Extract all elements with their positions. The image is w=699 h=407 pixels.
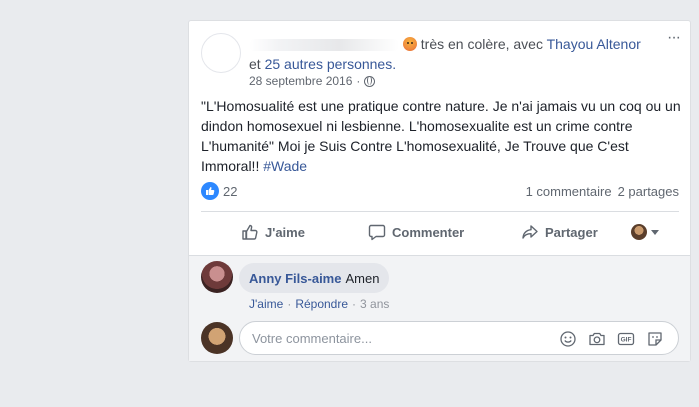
angry-emoji-icon xyxy=(402,37,417,51)
gif-icon[interactable]: GIF xyxy=(617,330,635,348)
share-arrow-icon xyxy=(522,225,538,239)
tagged-user-link[interactable]: Thayou Altenor xyxy=(547,36,641,52)
comment-sep-1: · xyxy=(287,297,292,311)
comment-label: Commenter xyxy=(392,224,465,240)
commenter-avatar[interactable] xyxy=(201,261,233,293)
comment-count[interactable]: 1 commentaire xyxy=(526,184,612,199)
comment-meta: J'aime · Répondre · 3 ans xyxy=(249,297,389,311)
current-user-avatar xyxy=(631,224,647,240)
comments-section: Anny Fils-aime Amen J'aime · Répondre · … xyxy=(189,255,690,361)
my-avatar[interactable] xyxy=(201,322,233,354)
comment-sep-2: · xyxy=(352,297,357,311)
share-button[interactable]: Partager xyxy=(521,223,598,241)
share-count[interactable]: 2 partages xyxy=(618,184,679,199)
hashtag-link[interactable]: #Wade xyxy=(263,158,307,174)
post-header: très en colère, avec Thayou Altenor et 2… xyxy=(249,34,669,74)
like-reaction-icon[interactable] xyxy=(201,182,219,200)
comment-author[interactable]: Anny Fils-aime xyxy=(249,271,341,286)
more-options-icon[interactable]: ··· xyxy=(667,30,681,46)
post-date[interactable]: 28 septembre 2016 xyxy=(249,74,352,88)
feeling-text: très en colère, avec xyxy=(420,36,543,52)
comment-icon xyxy=(368,224,386,241)
meta-separator: · xyxy=(356,74,361,88)
like-count[interactable]: 22 xyxy=(223,184,237,199)
chevron-down-icon xyxy=(651,229,659,235)
comment-input-tools: GIF xyxy=(559,330,664,348)
post-card: très en colère, avec Thayou Altenor et 2… xyxy=(188,20,691,362)
thumbs-up-icon xyxy=(242,224,258,240)
author-avatar[interactable] xyxy=(201,33,241,73)
sticker-icon[interactable] xyxy=(646,330,664,348)
post-body: "L'Homosualité est une pratique contre n… xyxy=(201,96,681,176)
share-label: Partager xyxy=(545,224,598,240)
post-as-selector[interactable] xyxy=(631,224,659,240)
like-button[interactable]: J'aime xyxy=(241,223,305,241)
camera-icon[interactable] xyxy=(588,330,606,348)
post-stats: 22 1 commentaire 2 partages xyxy=(201,182,679,200)
svg-text:GIF: GIF xyxy=(621,337,632,344)
action-bar: J'aime Commenter Partager xyxy=(201,216,679,248)
emoji-icon[interactable] xyxy=(559,330,577,348)
post-meta: 28 septembre 2016 · xyxy=(249,74,376,88)
others-link[interactable]: 25 autres personnes. xyxy=(265,56,397,72)
comment-like-link[interactable]: J'aime xyxy=(249,297,283,311)
redacted-author-name xyxy=(249,39,399,52)
comment-reply-link[interactable]: Répondre xyxy=(295,297,348,311)
like-label: J'aime xyxy=(265,224,305,240)
stats-divider xyxy=(201,211,679,212)
and-text: et xyxy=(249,56,261,72)
comment-text: Amen xyxy=(345,270,380,286)
comment-bubble: Anny Fils-aime Amen xyxy=(239,263,390,293)
comment-input[interactable]: Votre commentaire... GIF xyxy=(239,321,679,355)
globe-icon[interactable] xyxy=(364,75,376,87)
comment-button[interactable]: Commenter xyxy=(368,223,464,241)
comment-age[interactable]: 3 ans xyxy=(360,297,389,311)
comment-placeholder: Votre commentaire... xyxy=(252,330,372,346)
